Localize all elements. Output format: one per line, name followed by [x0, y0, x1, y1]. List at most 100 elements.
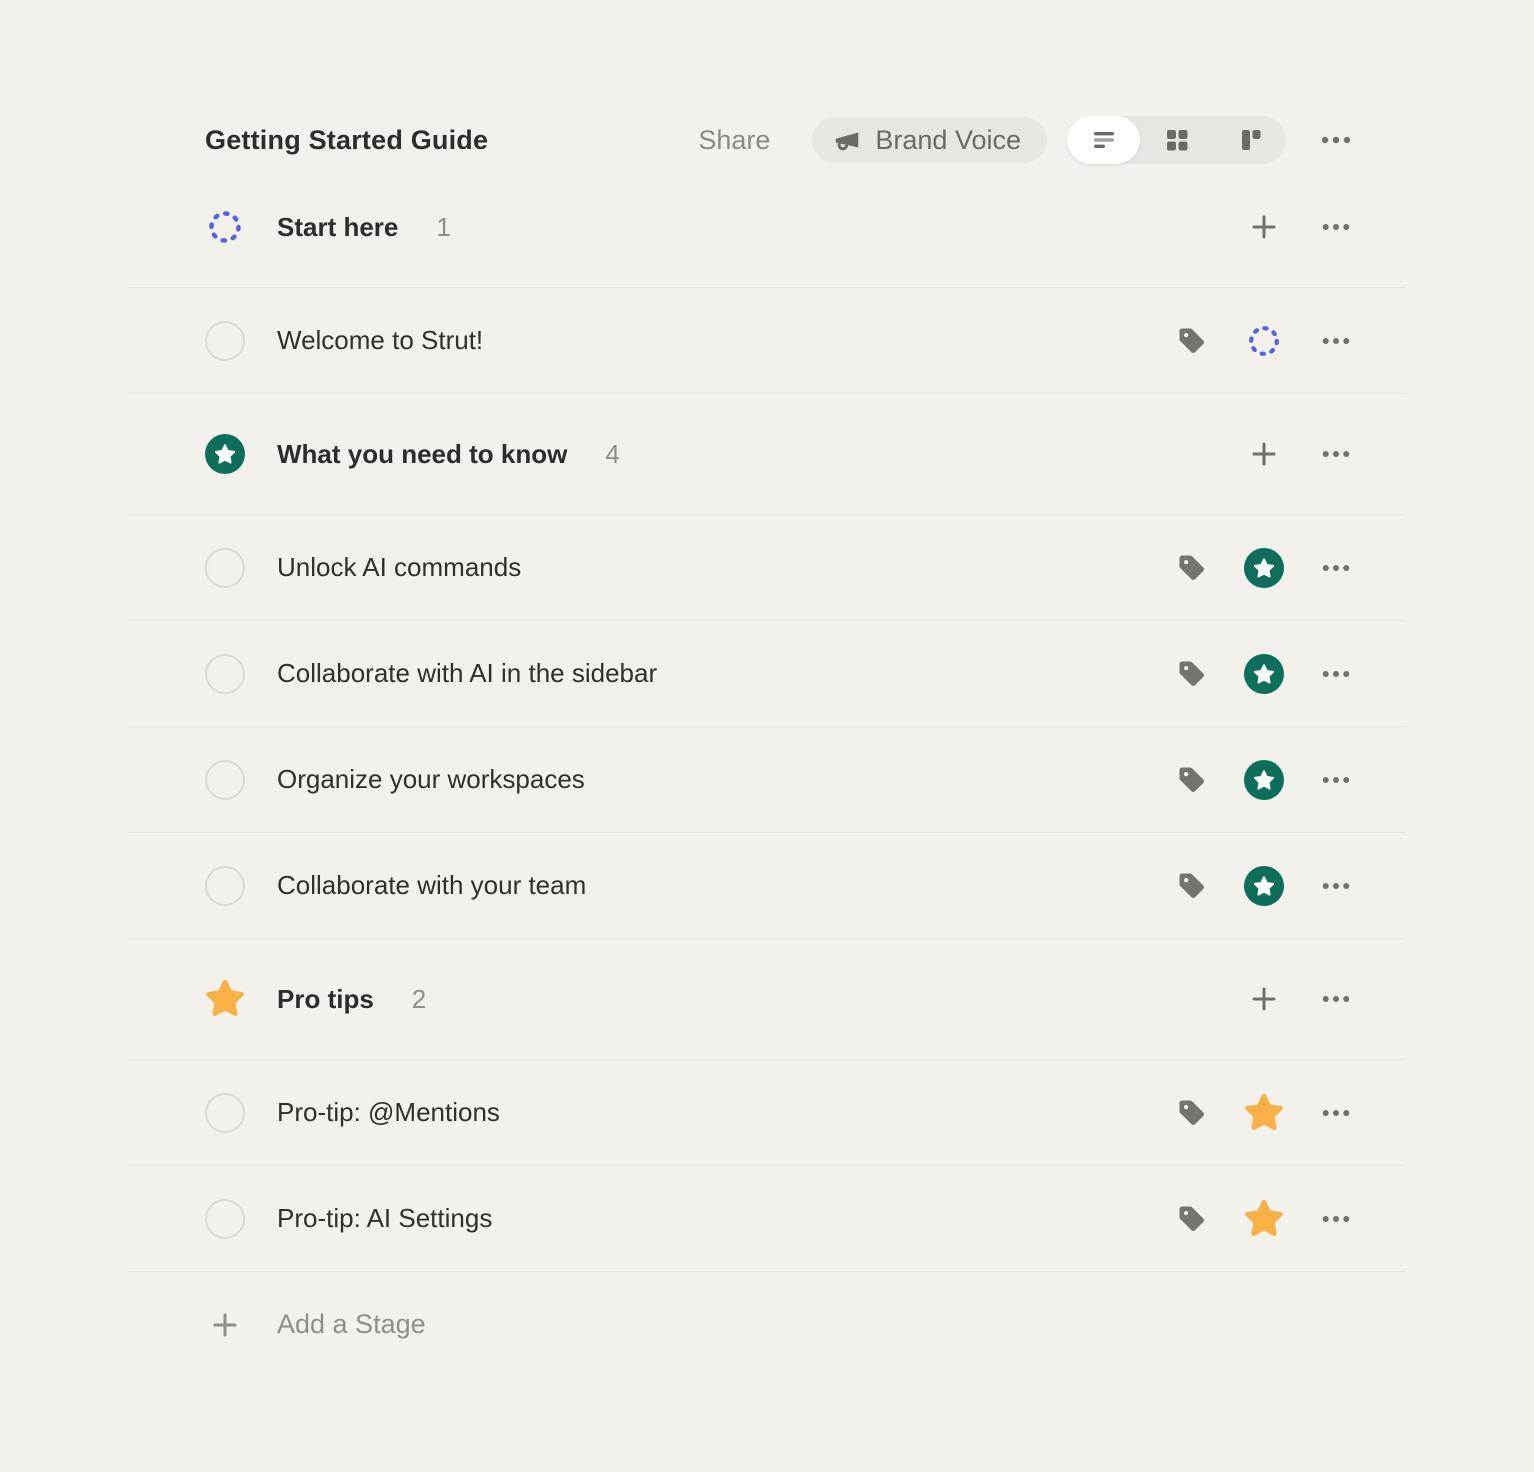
status-star-icon[interactable] — [1244, 1199, 1284, 1239]
card-checkbox[interactable] — [205, 1199, 245, 1239]
card-more-button[interactable] — [1316, 654, 1356, 694]
ellipsis-icon — [1322, 337, 1350, 345]
card-actions — [1172, 321, 1356, 361]
ellipsis-icon — [1322, 1215, 1350, 1223]
add-card-button[interactable] — [1244, 979, 1284, 1019]
stage-star-badge-icon — [205, 434, 245, 474]
card-more-button[interactable] — [1316, 321, 1356, 361]
ellipsis-icon — [1322, 1109, 1350, 1117]
card-row[interactable]: Welcome to Strut! — [128, 288, 1406, 394]
status-star-badge-icon[interactable] — [1244, 548, 1284, 588]
stage-count: 4 — [605, 439, 619, 470]
share-button[interactable]: Share — [698, 125, 770, 156]
stage-dashed-circle-icon — [205, 207, 245, 247]
board-view-icon — [1237, 127, 1263, 153]
tag-button[interactable] — [1172, 654, 1212, 694]
board-view-button[interactable] — [1213, 116, 1286, 164]
tag-icon — [1177, 871, 1207, 901]
tag-icon — [1177, 1098, 1207, 1128]
card-title: Collaborate with AI in the sidebar — [277, 658, 657, 689]
status-star-badge-icon[interactable] — [1244, 866, 1284, 906]
tag-icon — [1177, 765, 1207, 795]
stage-row[interactable]: Start here 1 — [128, 167, 1406, 288]
card-row[interactable]: Collaborate with AI in the sidebar — [128, 621, 1406, 727]
list-view-icon — [1091, 127, 1117, 153]
status-star-badge-icon[interactable] — [1244, 654, 1284, 694]
add-card-button[interactable] — [1244, 434, 1284, 474]
add-stage-button[interactable]: Add a Stage — [128, 1272, 1406, 1377]
stage-more-button[interactable] — [1316, 434, 1356, 474]
megaphone-icon — [832, 125, 862, 155]
card-title: Unlock AI commands — [277, 552, 521, 583]
grid-view-button[interactable] — [1140, 116, 1213, 164]
stage-count: 1 — [436, 212, 450, 243]
card-checkbox[interactable] — [205, 1093, 245, 1133]
card-actions — [1172, 760, 1356, 800]
card-row[interactable]: Unlock AI commands — [128, 515, 1406, 621]
card-actions — [1172, 866, 1356, 906]
brand-voice-button[interactable]: Brand Voice — [812, 117, 1047, 163]
card-actions — [1172, 1199, 1356, 1239]
stage-name: Pro tips — [277, 984, 374, 1015]
tag-icon — [1177, 1204, 1207, 1234]
topbar: Getting Started Guide Share Brand Voice — [128, 117, 1406, 163]
add-card-button[interactable] — [1244, 207, 1284, 247]
tag-button[interactable] — [1172, 1199, 1212, 1239]
card-actions — [1172, 548, 1356, 588]
tag-button[interactable] — [1172, 548, 1212, 588]
more-options-button[interactable] — [1316, 120, 1356, 160]
card-row[interactable]: Pro-tip: @Mentions — [128, 1060, 1406, 1166]
card-more-button[interactable] — [1316, 548, 1356, 588]
card-checkbox-wrap — [205, 1199, 245, 1239]
tag-button[interactable] — [1172, 760, 1212, 800]
card-checkbox[interactable] — [205, 760, 245, 800]
card-title: Pro-tip: AI Settings — [277, 1203, 492, 1234]
card-row[interactable]: Pro-tip: AI Settings — [128, 1166, 1406, 1272]
tag-button[interactable] — [1172, 1093, 1212, 1133]
tag-button[interactable] — [1172, 866, 1212, 906]
ellipsis-icon — [1322, 223, 1350, 231]
card-checkbox[interactable] — [205, 654, 245, 694]
stage-row[interactable]: Pro tips 2 — [128, 939, 1406, 1060]
stage-row[interactable]: What you need to know 4 — [128, 394, 1406, 515]
stage-more-button[interactable] — [1316, 979, 1356, 1019]
card-more-button[interactable] — [1316, 1199, 1356, 1239]
card-title: Pro-tip: @Mentions — [277, 1097, 500, 1128]
status-star-icon[interactable] — [1244, 1093, 1284, 1133]
card-checkbox[interactable] — [205, 321, 245, 361]
tag-button[interactable] — [1172, 321, 1212, 361]
tag-icon — [1177, 553, 1207, 583]
plus-icon — [1248, 211, 1280, 243]
card-row[interactable]: Collaborate with your team — [128, 833, 1406, 939]
grid-view-icon — [1164, 127, 1190, 153]
add-stage-label: Add a Stage — [277, 1309, 426, 1340]
status-star-badge-icon[interactable] — [1244, 760, 1284, 800]
stage-actions — [1244, 979, 1356, 1019]
card-more-button[interactable] — [1316, 1093, 1356, 1133]
status-dashed-circle-icon[interactable] — [1244, 321, 1284, 361]
stage-name: Start here — [277, 212, 398, 243]
stage-list: Start here 1 — [128, 167, 1406, 1377]
list-view-button[interactable] — [1067, 116, 1140, 164]
stage-count: 2 — [412, 984, 426, 1015]
card-more-button[interactable] — [1316, 760, 1356, 800]
card-actions — [1172, 654, 1356, 694]
plus-icon — [1248, 438, 1280, 470]
ellipsis-icon — [1322, 776, 1350, 784]
card-checkbox-wrap — [205, 548, 245, 588]
brand-voice-label: Brand Voice — [875, 125, 1021, 156]
ellipsis-icon — [1322, 564, 1350, 572]
ellipsis-icon — [1322, 995, 1350, 1003]
card-checkbox-wrap — [205, 654, 245, 694]
card-title: Collaborate with your team — [277, 870, 586, 901]
stage-actions — [1244, 207, 1356, 247]
tag-icon — [1177, 659, 1207, 689]
card-more-button[interactable] — [1316, 866, 1356, 906]
card-row[interactable]: Organize your workspaces — [128, 727, 1406, 833]
stage-more-button[interactable] — [1316, 207, 1356, 247]
card-checkbox[interactable] — [205, 866, 245, 906]
card-title: Organize your workspaces — [277, 764, 585, 795]
card-checkbox[interactable] — [205, 548, 245, 588]
card-actions — [1172, 1093, 1356, 1133]
plus-icon — [205, 1305, 245, 1345]
